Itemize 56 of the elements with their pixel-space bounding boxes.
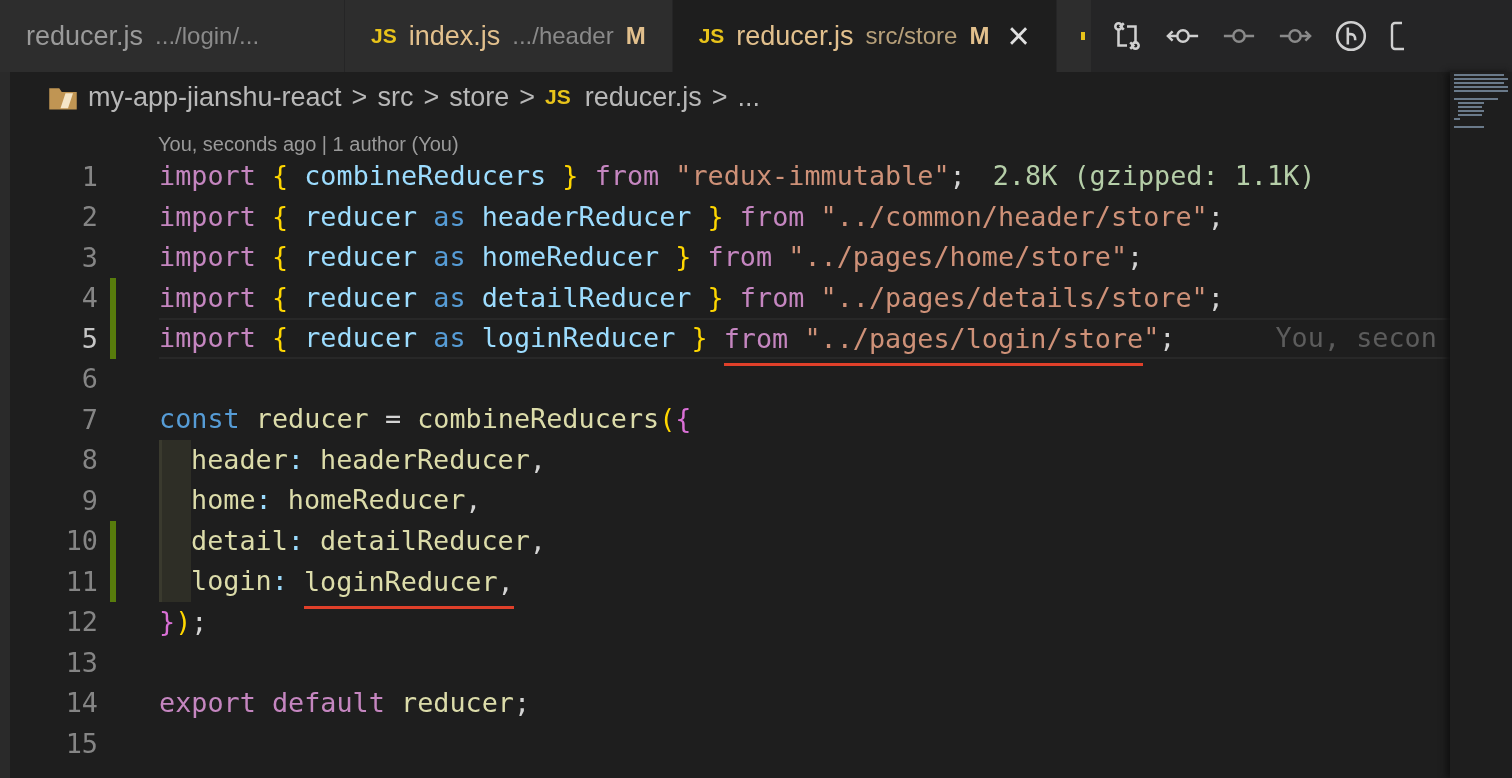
- tab-label: reducer.js: [26, 20, 144, 52]
- tab-path: src/store: [865, 22, 958, 50]
- breadcrumb-separator: >: [711, 81, 728, 113]
- breadcrumb-separator: >: [519, 81, 535, 113]
- modified-indicator: M: [969, 22, 990, 50]
- editor-tab[interactable]: JS index.js .../header M: [345, 0, 673, 72]
- tab-label: index.js: [408, 20, 501, 52]
- tab-path: .../header: [512, 22, 614, 50]
- line-number: 2: [80, 201, 98, 233]
- line-number: 10: [64, 525, 98, 557]
- line-number: 7: [80, 403, 98, 435]
- line-number: 5: [80, 322, 98, 354]
- code-line: detail: detailReducer,: [191, 523, 546, 558]
- line-number: 3: [80, 241, 98, 273]
- breadcrumb-item[interactable]: ...: [737, 81, 761, 113]
- code-line: import { reducer as headerReducer } from "../common/header/store";: [159, 199, 1224, 234]
- breadcrumb-separator: >: [423, 81, 440, 113]
- line-number: 11: [64, 565, 98, 597]
- code-line: home: homeReducer,: [191, 483, 482, 517]
- code-line: import { reducer as loginReducer } from "../pages/login/store";: [159, 318, 1176, 366]
- line-number: 4: [80, 282, 98, 314]
- file-icon: [1080, 32, 1085, 40]
- blame-annotation: You, secon: [1275, 321, 1437, 355]
- line-number: 6: [80, 363, 98, 395]
- breadcrumb-item[interactable]: my-app-jianshu-react: [88, 81, 342, 113]
- code-line: import { reducer as detailReducer } from "../pages/details/store";: [159, 280, 1224, 315]
- git-graph-icon[interactable]: [1333, 19, 1368, 53]
- minimap[interactable]: [1450, 72, 1512, 778]
- breadcrumb-item[interactable]: src: [377, 81, 414, 113]
- editor-tab[interactable]: JS reducer.js src/store M ×: [672, 0, 1057, 72]
- breadcrumb-item[interactable]: reducer.js: [584, 81, 702, 113]
- line-number: 14: [64, 687, 98, 719]
- line-number: 12: [64, 606, 98, 638]
- import-size-hint: 2.8K (gzipped: 1.1K): [992, 159, 1316, 193]
- tab-path: .../login/...: [155, 22, 260, 50]
- modified-indicator: M: [625, 22, 646, 50]
- line-number: 9: [80, 484, 98, 516]
- code-line: import { reducer as homeReducer } from "../pages/home/store";: [159, 240, 1144, 274]
- line-number: 1: [80, 160, 98, 192]
- codelens-text[interactable]: You, seconds ago | 1 author (You): [10, 122, 1450, 162]
- code-line: const reducer = combineReducers({: [159, 402, 692, 436]
- line-number: 13: [64, 646, 98, 678]
- tab-label: reducer.js: [736, 20, 854, 52]
- close-button[interactable]: ×: [1007, 17, 1030, 55]
- line-number: 15: [64, 727, 98, 759]
- split-editor-icon[interactable]: [1389, 19, 1404, 53]
- js-file-icon: JS: [371, 24, 397, 48]
- breadcrumb-separator: >: [351, 81, 368, 113]
- js-file-icon: JS: [545, 85, 571, 109]
- js-file-icon: JS: [698, 24, 725, 48]
- code-line: header: headerReducer,: [191, 442, 546, 477]
- line-number: 8: [80, 444, 98, 476]
- code-line: import { combineReducers } from "redux-immutable";: [159, 159, 966, 193]
- breadcrumb-item[interactable]: store: [449, 81, 510, 113]
- editor-tab[interactable]: reducer.js .../login/...: [0, 0, 345, 72]
- code-line: export default reducer;: [159, 685, 531, 720]
